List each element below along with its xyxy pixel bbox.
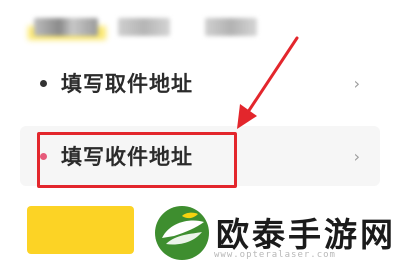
watermark-url: www.opteralaser.com: [214, 250, 336, 260]
leaf-logo-icon: [155, 206, 209, 260]
yellow-action-button[interactable]: [27, 206, 134, 254]
watermark-brand: 欧泰手游网: [216, 215, 396, 254]
